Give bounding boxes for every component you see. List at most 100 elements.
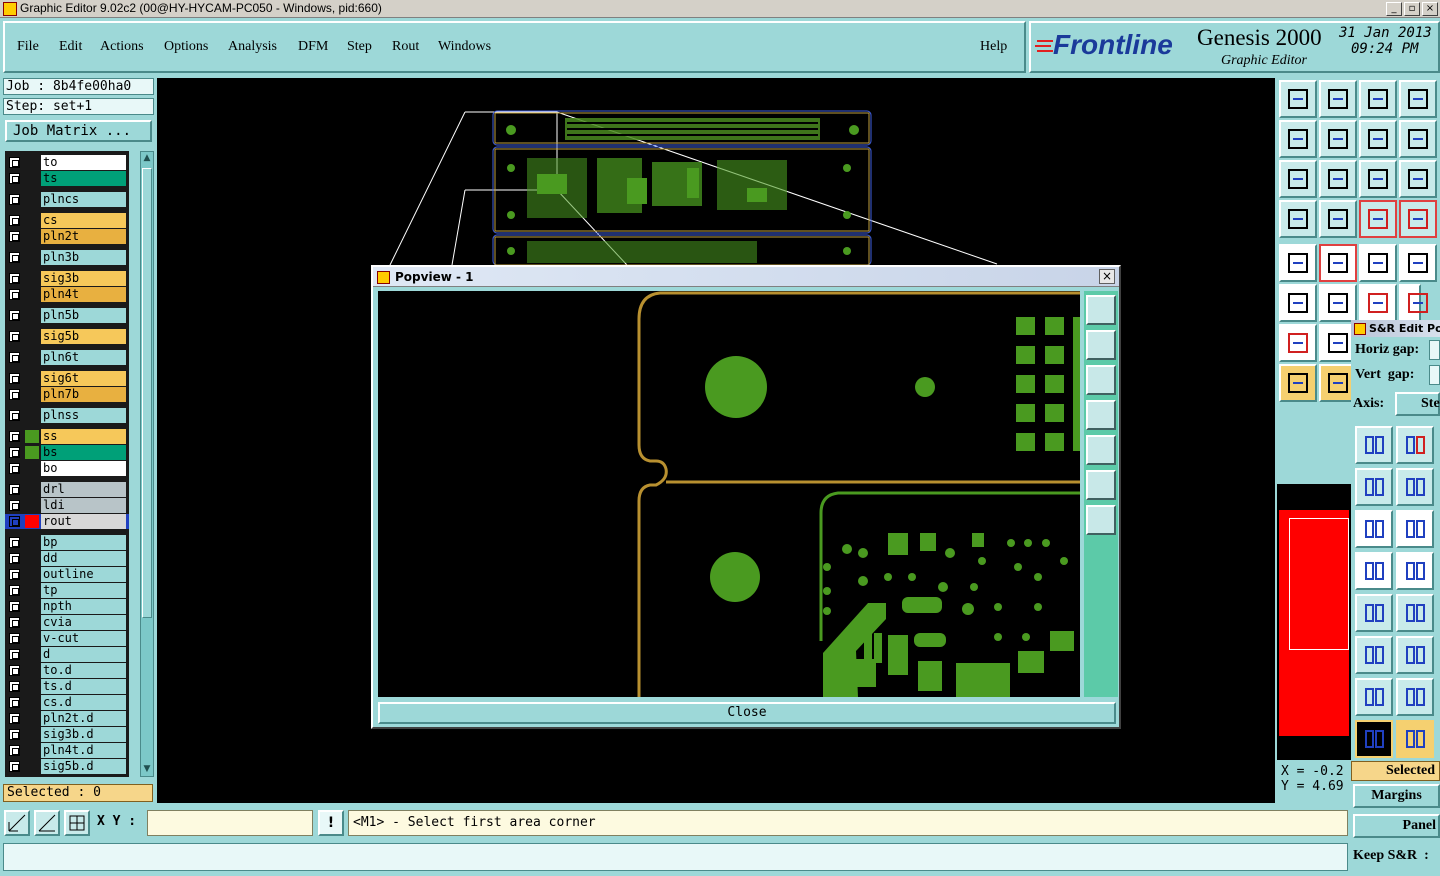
layer-affected-indicator[interactable] xyxy=(25,552,39,565)
maximize-button[interactable]: ▫ xyxy=(1404,2,1420,16)
layer-checkbox[interactable] xyxy=(9,761,20,772)
menu-edit[interactable]: Edit xyxy=(59,39,82,55)
layer-checkbox[interactable] xyxy=(9,569,20,580)
layer-name[interactable]: dd xyxy=(41,551,126,566)
layer-affected-indicator[interactable] xyxy=(25,388,39,401)
scroll-down-icon[interactable]: ▼ xyxy=(142,764,152,774)
axis-select[interactable]: Step xyxy=(1395,392,1440,416)
layer-affected-indicator[interactable] xyxy=(25,680,39,693)
layer-row-ts.d[interactable]: ts.d xyxy=(5,679,129,694)
menu-step[interactable]: Step xyxy=(347,39,372,55)
popview-pan-left-icon[interactable] xyxy=(1086,400,1116,430)
layer-row-cs[interactable]: cs xyxy=(5,213,129,228)
menu-analysis[interactable]: Analysis xyxy=(228,39,277,55)
sr-delete-icon[interactable] xyxy=(1396,468,1434,506)
layer-affected-indicator[interactable] xyxy=(25,172,39,185)
layer-row-plnss[interactable]: plnss xyxy=(5,408,129,423)
sr-spread-h-icon[interactable] xyxy=(1355,678,1393,716)
layer-checkbox[interactable] xyxy=(9,516,20,527)
layer-affected-indicator[interactable] xyxy=(25,568,39,581)
layer-name[interactable]: plnss xyxy=(41,408,126,423)
layer-affected-indicator[interactable] xyxy=(25,712,39,725)
layer-row-sig5b.d[interactable]: sig5b.d xyxy=(5,759,129,774)
sr-arrow-right-icon[interactable] xyxy=(1396,636,1434,674)
layer-row-bs[interactable]: bs xyxy=(5,445,129,460)
layer-row-cvia[interactable]: cvia xyxy=(5,615,129,630)
zoom-fit-icon[interactable] xyxy=(1279,160,1317,198)
layer-affected-indicator[interactable] xyxy=(25,760,39,773)
layer-name[interactable]: cvia xyxy=(41,615,126,630)
layer-affected-indicator[interactable] xyxy=(25,193,39,206)
layer-affected-indicator[interactable] xyxy=(25,648,39,661)
layer-checkbox[interactable] xyxy=(9,410,20,421)
layer-name[interactable]: pln2t xyxy=(41,229,126,244)
open-job-icon[interactable] xyxy=(1279,80,1317,118)
layer-checkbox[interactable] xyxy=(9,310,20,321)
layer-name[interactable]: bp xyxy=(41,535,126,550)
snap-red-icon[interactable] xyxy=(1359,200,1397,238)
layer-name[interactable]: ss xyxy=(41,429,126,444)
layer-name[interactable]: drl xyxy=(41,482,126,497)
sr-layout-red-icon[interactable] xyxy=(1396,426,1434,464)
command-bar[interactable] xyxy=(3,843,1348,871)
close-window-button[interactable]: × xyxy=(1422,2,1438,16)
layer-checkbox[interactable] xyxy=(9,729,20,740)
layer-name[interactable]: sig6t xyxy=(41,371,126,386)
popview-pan-up-icon[interactable] xyxy=(1086,330,1116,360)
layer-checkbox[interactable] xyxy=(9,500,20,511)
layer-affected-indicator[interactable] xyxy=(25,499,39,512)
layer-row-pln2t.d[interactable]: pln2t.d xyxy=(5,711,129,726)
circle-icon[interactable] xyxy=(1399,244,1437,282)
layer-name[interactable]: pln5b xyxy=(41,308,126,323)
layer-row-cs.d[interactable]: cs.d xyxy=(5,695,129,710)
layer-name[interactable]: pln2t.d xyxy=(41,711,126,726)
layer-row-npth[interactable]: npth xyxy=(5,599,129,614)
layer-checkbox[interactable] xyxy=(9,633,20,644)
layer-checkbox[interactable] xyxy=(9,463,20,474)
layer-checkbox[interactable] xyxy=(9,681,20,692)
connect-icon[interactable] xyxy=(1279,284,1317,322)
layer-affected-indicator[interactable] xyxy=(25,272,39,285)
layer-name[interactable]: tp xyxy=(41,583,126,598)
vert-gap-input[interactable] xyxy=(1429,365,1440,385)
layer-name[interactable]: to xyxy=(41,155,126,170)
sr-flip-h-icon[interactable] xyxy=(1355,510,1393,548)
layer-row-pln3b[interactable]: pln3b xyxy=(5,250,129,265)
popview-zoom-in-icon[interactable] xyxy=(1086,470,1116,500)
margins-button[interactable]: Margins xyxy=(1353,784,1440,808)
layer-checkbox[interactable] xyxy=(9,484,20,495)
layer-affected-indicator[interactable] xyxy=(25,483,39,496)
layer-affected-indicator[interactable] xyxy=(25,744,39,757)
layer-row-dd[interactable]: dd xyxy=(5,551,129,566)
layer-name[interactable]: d xyxy=(41,647,126,662)
layer-checkbox[interactable] xyxy=(9,252,20,263)
menu-windows[interactable]: Windows xyxy=(438,39,491,55)
layer-affected-indicator[interactable] xyxy=(25,288,39,301)
layer-affected-indicator[interactable] xyxy=(25,230,39,243)
layer-affected-indicator[interactable] xyxy=(25,214,39,227)
home-icon[interactable] xyxy=(1359,80,1397,118)
select-icon[interactable] xyxy=(1279,244,1317,282)
layer-affected-indicator[interactable] xyxy=(25,372,39,385)
layer-row-sig6t[interactable]: sig6t xyxy=(5,371,129,386)
next-step-icon[interactable] xyxy=(1319,120,1357,158)
layer-name[interactable]: pln4t xyxy=(41,287,126,302)
layer-checkbox[interactable] xyxy=(9,194,20,205)
layer-checkbox[interactable] xyxy=(9,273,20,284)
snap-grid-icon[interactable] xyxy=(4,810,30,836)
layer-row-v-cut[interactable]: v-cut xyxy=(5,631,129,646)
layer-checkbox[interactable] xyxy=(9,215,20,226)
layer-affected-indicator[interactable] xyxy=(25,536,39,549)
layer-affected-indicator[interactable] xyxy=(25,584,39,597)
layer-row-pln4t.d[interactable]: pln4t.d xyxy=(5,743,129,758)
scroll-thumb[interactable] xyxy=(142,168,152,618)
layer-affected-indicator[interactable] xyxy=(25,409,39,422)
layer-affected-indicator[interactable] xyxy=(25,728,39,741)
snap-red2-icon[interactable] xyxy=(1399,200,1437,238)
layer-row-plncs[interactable]: plncs xyxy=(5,192,129,207)
layer-row-to.d[interactable]: to.d xyxy=(5,663,129,678)
layer-affected-indicator[interactable] xyxy=(25,696,39,709)
sr-move-icon[interactable] xyxy=(1355,468,1393,506)
layer-name[interactable]: pln7b xyxy=(41,387,126,402)
layer-row-pln4t[interactable]: pln4t xyxy=(5,287,129,302)
